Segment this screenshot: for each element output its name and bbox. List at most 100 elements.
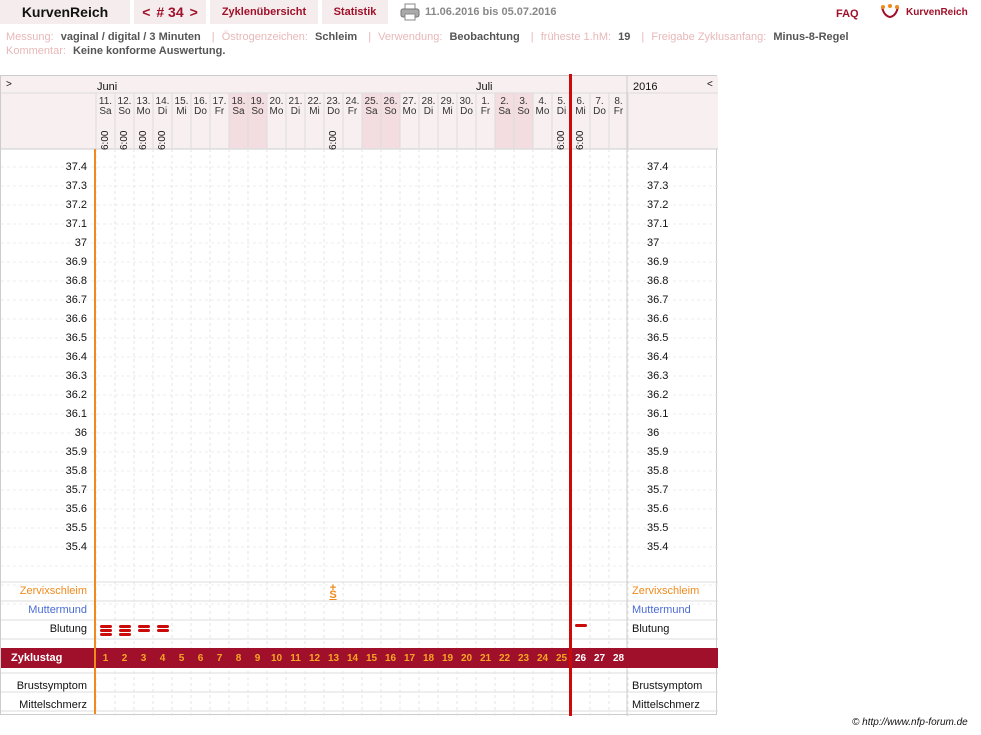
- day-header[interactable]: 12. So: [115, 97, 134, 117]
- muttermund-label-right: Muttermund: [632, 604, 691, 616]
- day-header[interactable]: 22. Mi: [305, 97, 324, 117]
- cycle-navigation: < # 34 >: [134, 0, 206, 24]
- day-header[interactable]: 6. Mi: [571, 97, 590, 117]
- oestrogen-value: Schleim: [315, 31, 358, 43]
- day-weekday: Do: [593, 106, 606, 117]
- day-header[interactable]: 2. Sa: [495, 97, 514, 117]
- day-header[interactable]: 29. Mi: [438, 97, 457, 117]
- cycle-day-number: 9: [254, 653, 261, 664]
- logo[interactable]: KurvenReich: [880, 2, 968, 22]
- cycle-day-number: 2: [121, 653, 128, 664]
- bleeding-mark[interactable]: [118, 625, 131, 628]
- day-header[interactable]: 16. Do: [191, 97, 210, 117]
- bleeding-mark[interactable]: [156, 625, 169, 628]
- day-header[interactable]: 17. Fr: [210, 97, 229, 117]
- temp-label-right: 36.8: [647, 275, 669, 287]
- day-header[interactable]: 4. Mo: [533, 97, 552, 117]
- bleeding-mark[interactable]: [137, 625, 150, 628]
- bleeding-mark[interactable]: [99, 625, 112, 628]
- fhm-label: früheste 1.hM:: [540, 31, 612, 43]
- blutung-label: Blutung: [49, 623, 87, 635]
- measure-time-text: 6:00: [157, 130, 168, 150]
- freigabe-label: Freigabe Zyklusanfang:: [651, 31, 767, 43]
- zervixschleim-label-right: Zervixschleim: [632, 585, 700, 597]
- day-weekday: Do: [327, 106, 340, 117]
- day-header[interactable]: 20. Mo: [267, 97, 286, 117]
- measure-time: 6:00: [134, 131, 153, 150]
- day-header[interactable]: 27. Mo: [400, 97, 419, 117]
- day-header[interactable]: 11. Sa: [96, 97, 115, 117]
- cycle-day-number: 8: [235, 653, 242, 664]
- day-header[interactable]: 23. Do: [324, 97, 343, 117]
- cycle-day-number: 17: [403, 653, 416, 664]
- mittelschmerz-label: Mittelschmerz: [19, 699, 87, 711]
- day-header[interactable]: 14. Di: [153, 97, 172, 117]
- month-label-juni: Juni: [97, 81, 118, 93]
- cycle-day-number: 20: [460, 653, 473, 664]
- prev-cycle-button[interactable]: <: [142, 4, 150, 20]
- scroll-right-button[interactable]: <: [707, 79, 713, 90]
- day-header[interactable]: 18. Sa: [229, 97, 248, 117]
- cycle-day-number: 22: [498, 653, 511, 664]
- comment-info: Kommentar: Keine konforme Auswertung.: [6, 45, 233, 57]
- bleeding-mark[interactable]: [137, 629, 150, 632]
- temp-label-right: 36.3: [647, 370, 669, 382]
- zyklustag-label: Zyklustag: [11, 652, 63, 664]
- bleeding-mark[interactable]: [574, 624, 587, 627]
- bleeding-mark[interactable]: [118, 629, 131, 632]
- messung-value: vaginal / digital / 3 Minuten: [60, 31, 201, 43]
- temp-label-left: 35.6: [65, 503, 87, 515]
- scroll-left-button[interactable]: >: [6, 79, 12, 90]
- temp-label-left: 35.9: [65, 446, 87, 458]
- day-header[interactable]: 30. Do: [457, 97, 476, 117]
- cycle-day-number: 11: [290, 653, 301, 664]
- day-header[interactable]: 13. Mo: [134, 97, 153, 117]
- bleeding-mark[interactable]: [99, 633, 112, 636]
- temp-label-right: 35.8: [647, 465, 669, 477]
- day-header[interactable]: 24. Fr: [343, 97, 362, 117]
- cycle-number: # 34: [156, 4, 184, 20]
- measure-time-text: 6:00: [575, 130, 586, 150]
- measure-time: 6:00: [115, 131, 134, 150]
- faq-link[interactable]: FAQ: [836, 8, 859, 20]
- day-header[interactable]: 19. So: [248, 97, 267, 117]
- day-header[interactable]: 28. Di: [419, 97, 438, 117]
- temp-label-right: 37.4: [647, 161, 669, 173]
- measure-time-text: 6:00: [138, 130, 149, 150]
- day-header[interactable]: 26. So: [381, 97, 400, 117]
- day-weekday: Mi: [575, 106, 586, 117]
- day-weekday: Sa: [498, 106, 511, 117]
- cycle-day-number: 28: [612, 653, 625, 664]
- temp-label-right: 36.2: [647, 389, 669, 401]
- cycles-overview-button[interactable]: Zyklenübersicht: [210, 0, 318, 24]
- day-header[interactable]: 15. Mi: [172, 97, 191, 117]
- day-header[interactable]: 7. Do: [590, 97, 609, 117]
- day-weekday: So: [118, 106, 131, 117]
- day-header[interactable]: 3. So: [514, 97, 533, 117]
- day-header[interactable]: 8. Fr: [609, 97, 628, 117]
- temp-label-right: 37: [647, 237, 660, 249]
- day-header[interactable]: 21. Di: [286, 97, 305, 117]
- temp-label-left: 36.9: [65, 256, 87, 268]
- temp-label-right: 35.5: [647, 522, 669, 534]
- temp-label-left: 36.4: [65, 351, 87, 363]
- bleeding-mark[interactable]: [99, 629, 112, 632]
- measurement-info: Messung: vaginal / digital / 3 Minuten |…: [6, 31, 849, 43]
- mucus-symbol: S: [329, 589, 337, 601]
- day-header[interactable]: 1. Fr: [476, 97, 495, 117]
- measure-time: 6:00: [153, 131, 172, 150]
- temp-label-left: 36.7: [65, 294, 87, 306]
- temp-label-right: 35.6: [647, 503, 669, 515]
- measure-time-text: 6:00: [328, 130, 339, 150]
- next-cycle-button[interactable]: >: [190, 4, 198, 20]
- printer-icon[interactable]: [400, 3, 420, 21]
- statistics-button[interactable]: Statistik: [322, 0, 388, 24]
- brand-title[interactable]: KurvenReich: [0, 0, 130, 24]
- bleeding-mark[interactable]: [156, 629, 169, 632]
- bleeding-mark[interactable]: [118, 633, 131, 636]
- mucus-mark[interactable]: + S: [328, 583, 338, 601]
- temp-label-right: 35.4: [647, 541, 669, 553]
- day-header[interactable]: 25. Sa: [362, 97, 381, 117]
- copyright: © http://www.nfp-forum.de: [852, 717, 968, 728]
- day-weekday: Fr: [480, 106, 491, 117]
